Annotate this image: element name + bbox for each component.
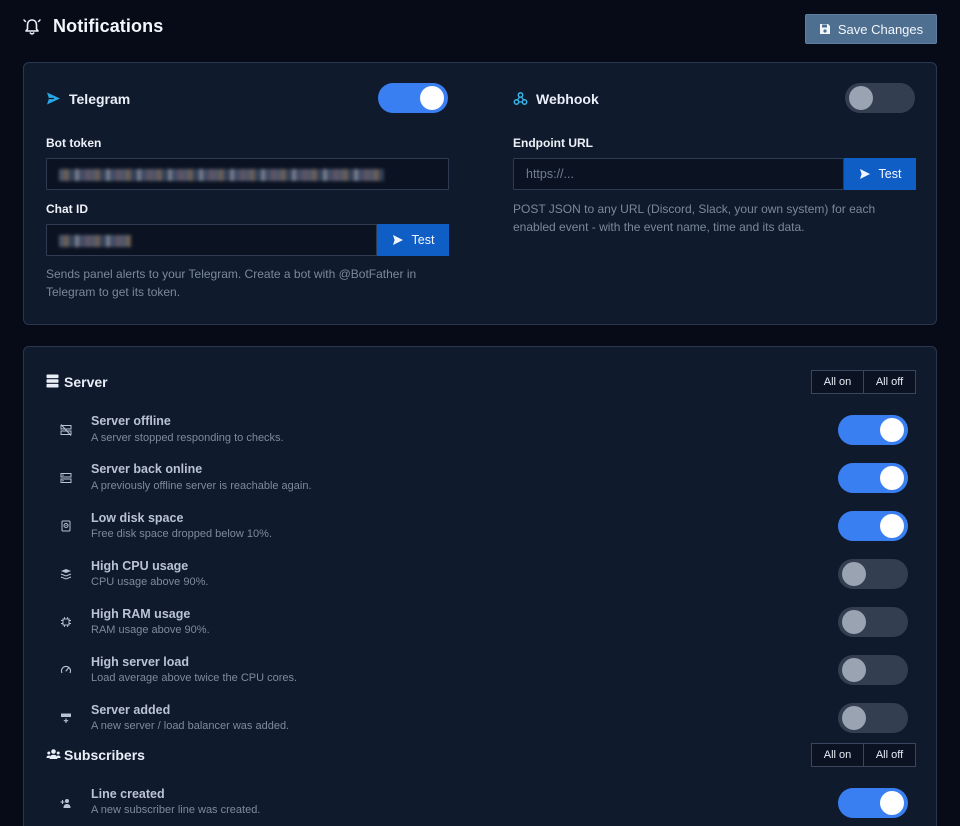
low-disk-space-toggle[interactable] [838,511,908,541]
server-off-icon [60,424,72,436]
telegram-send-icon [47,92,60,105]
server-back-online-toggle[interactable] [838,463,908,493]
line-created-toggle[interactable] [838,788,908,818]
events-card: Server All on All off Server offline A s… [23,346,937,826]
page-title: Notifications [53,16,164,36]
telegram-test-button[interactable]: Test [377,224,449,256]
subscribers-group-title: Subscribers [64,747,145,763]
telegram-toggle[interactable] [378,83,448,113]
high-cpu-usage-toggle[interactable] [838,559,908,589]
telegram-title: Telegram [69,91,131,107]
event-desc: Load average above twice the CPU cores. [91,672,298,684]
chip-icon [61,617,71,627]
send-icon [392,235,403,245]
users-icon [46,749,61,759]
endpoint-url-input[interactable]: https://... [513,158,844,190]
endpoint-url-placeholder: https://... [526,167,574,181]
telegram-test-label: Test [411,233,435,247]
event-title: Server added [91,703,171,717]
server-added-toggle[interactable] [838,703,908,733]
send-icon [859,169,870,179]
redacted-chat-id [59,235,131,247]
hdd-icon [61,520,71,532]
webhook-test-label: Test [878,167,902,181]
save-changes-button[interactable]: Save Changes [805,14,937,44]
event-desc: A server stopped responding to checks. [91,432,284,444]
webhook-test-button[interactable]: Test [844,158,916,190]
webhook-toggle[interactable] [845,83,915,113]
server-offline-toggle[interactable] [838,415,908,445]
chat-id-label: Chat ID [46,202,88,216]
bell-icon [23,19,41,35]
event-title: High CPU usage [91,559,189,573]
layers-icon [60,569,72,580]
server-all-on-button[interactable]: All on [812,371,864,393]
server-icon [60,473,72,483]
webhook-title: Webhook [536,91,599,107]
telegram-help: Sends panel alerts to your Telegram. Cre… [46,267,417,299]
user-plus-icon [60,799,71,808]
bot-token-label: Bot token [46,136,102,150]
event-desc: A new subscriber line was created. [91,804,261,816]
event-title: Server offline [91,414,171,428]
gauge-icon [60,665,72,674]
event-desc: A previously offline server is reachable… [91,480,312,492]
webhook-icon [513,92,528,105]
chat-id-input[interactable] [46,224,377,256]
save-changes-label: Save Changes [837,21,924,37]
bot-token-input[interactable] [46,158,449,190]
event-desc: A new server / load balancer was added. [91,720,290,732]
subscribers-all-on-button[interactable]: All on [812,744,864,766]
event-title: Low disk space [91,511,184,525]
server-group-title: Server [64,374,108,390]
event-title: High RAM usage [91,607,191,621]
server-stack-icon [46,374,59,388]
redacted-token [59,169,384,181]
event-desc: CPU usage above 90%. [91,576,209,588]
event-title: High server load [91,655,189,669]
server-all-off-button[interactable]: All off [864,371,915,393]
high-server-load-toggle[interactable] [838,655,908,685]
event-title: Line created [91,787,165,801]
server-bulk-toggle: All on All off [811,370,916,394]
subscribers-bulk-toggle: All on All off [811,743,916,767]
floppy-icon [819,24,830,34]
high-ram-usage-toggle[interactable] [838,607,908,637]
event-desc: RAM usage above 90%. [91,624,210,636]
subscribers-all-off-button[interactable]: All off [864,744,915,766]
server-plus-icon [61,713,71,723]
event-desc: Free disk space dropped below 10%. [91,528,272,540]
channels-card: Telegram Bot token Chat ID Test Sends pa… [23,62,937,325]
page-header: Notifications Save Changes [0,0,960,56]
endpoint-url-label: Endpoint URL [513,136,593,150]
event-title: Server back online [91,462,203,476]
webhook-help: POST JSON to any URL (Discord, Slack, yo… [513,202,876,234]
